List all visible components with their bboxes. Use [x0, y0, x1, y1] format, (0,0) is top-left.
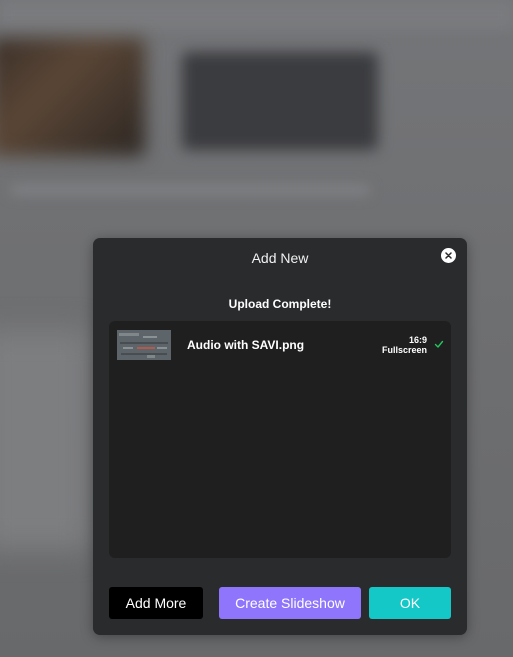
background-text: [10, 185, 370, 195]
file-name: Audio with SAVI.png: [187, 338, 305, 352]
file-list: Audio with SAVI.png 16:9 Fullscreen: [109, 321, 451, 558]
add-more-button[interactable]: Add More: [109, 587, 203, 619]
aspect-ratio: 16:9 Fullscreen: [382, 335, 427, 355]
file-thumbnail: [117, 330, 171, 360]
aspect-ratio-value: 16:9: [408, 335, 427, 345]
background-panel: [0, 330, 90, 550]
display-mode: Fullscreen: [381, 345, 427, 355]
background-thumbnail: [0, 38, 145, 156]
close-icon: [445, 252, 452, 259]
upload-status: Upload Complete!: [228, 297, 332, 311]
create-slideshow-button[interactable]: Create Slideshow: [219, 587, 361, 619]
checkmark-icon: [434, 340, 444, 348]
add-new-modal: Add New Upload Complete! Audio with SAVI…: [93, 238, 467, 635]
file-row[interactable]: Audio with SAVI.png 16:9 Fullscreen: [109, 321, 451, 367]
close-button[interactable]: [441, 248, 456, 263]
background-thumbnail: [182, 52, 378, 150]
modal-title: Add New: [251, 250, 309, 266]
ok-button[interactable]: OK: [369, 587, 451, 619]
background-header: [0, 0, 513, 30]
